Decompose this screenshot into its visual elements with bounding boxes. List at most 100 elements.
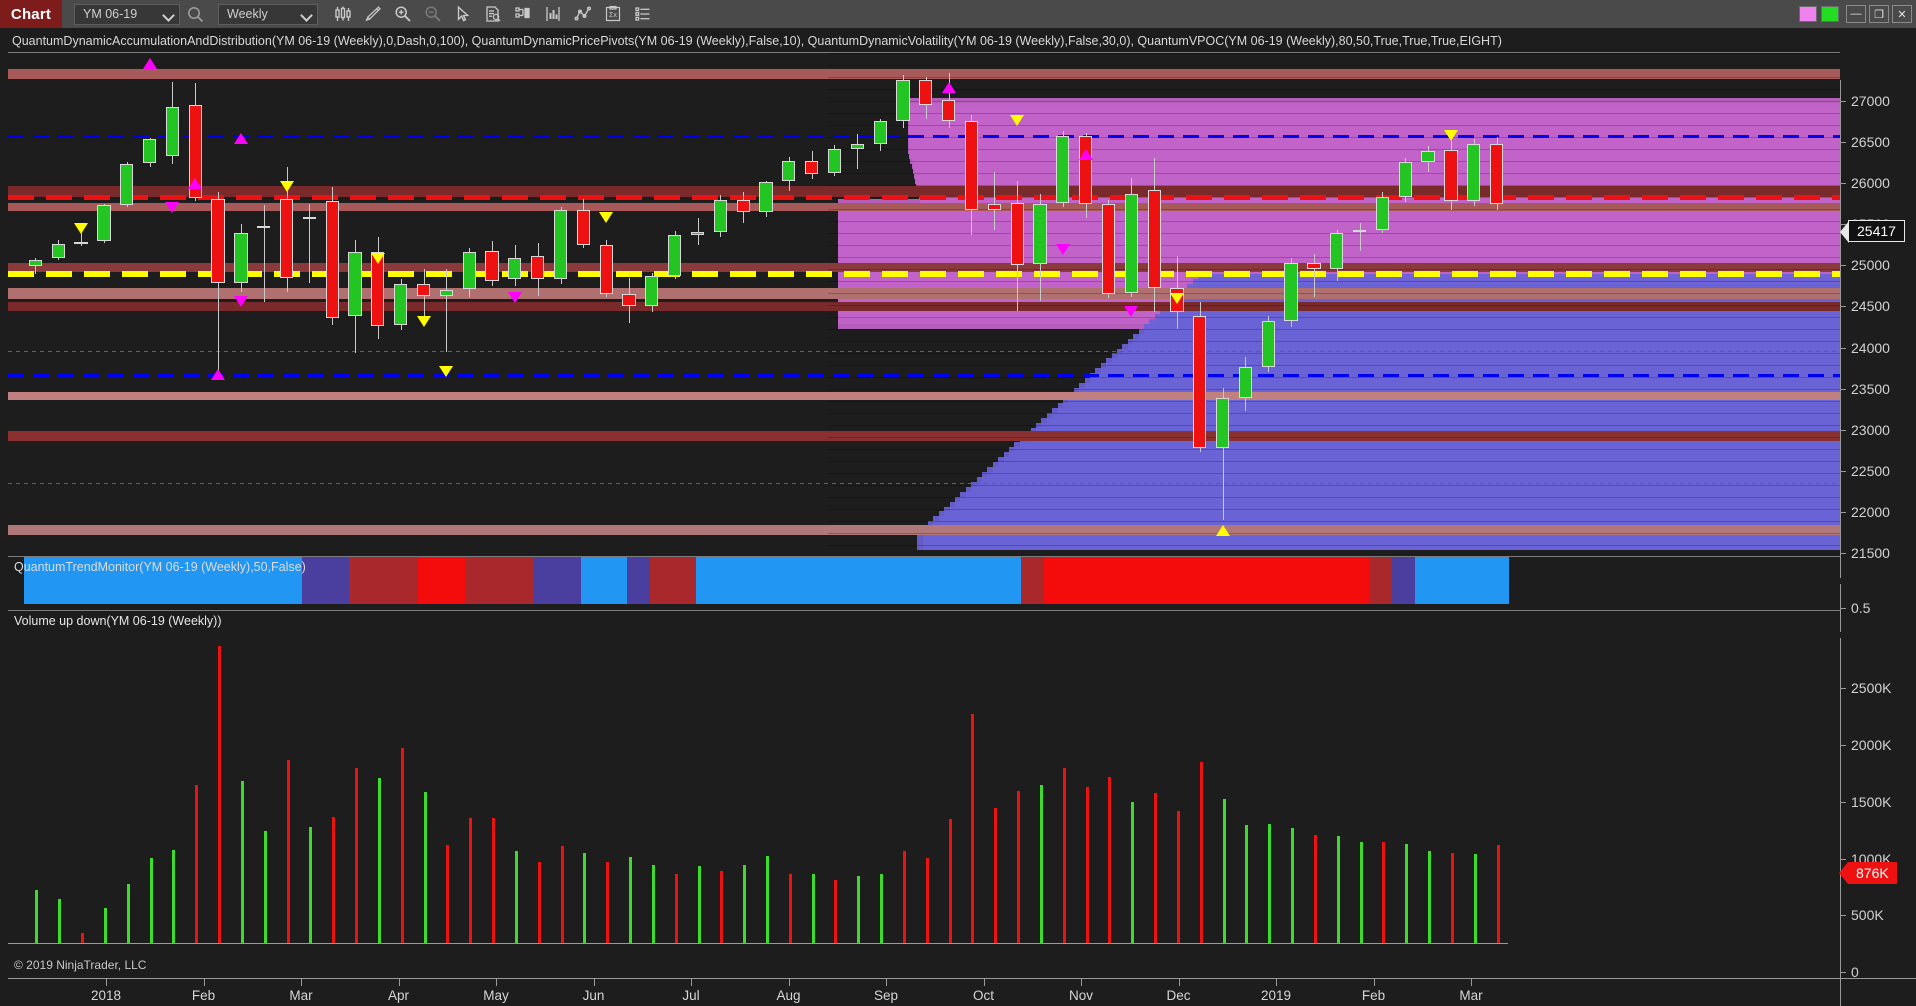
date-tick-label: Apr	[387, 988, 410, 1003]
price-tick-label: 21500	[1851, 545, 1890, 562]
candle-body	[325, 201, 339, 319]
volume-bar	[652, 864, 655, 944]
candle-body	[622, 294, 636, 306]
trend-monitor-panel[interactable]: QuantumTrendMonitor(YM 06-19 (Weekly),50…	[8, 556, 1840, 604]
cursor-pointer-icon[interactable]	[448, 0, 478, 28]
trend-tick-label: 0.5	[1851, 600, 1871, 616]
trend-segment	[1252, 557, 1277, 604]
trend-segment	[487, 557, 512, 604]
search-icon[interactable]	[180, 0, 210, 28]
volume-bar	[195, 785, 198, 944]
volume-panel[interactable]: Volume up down(YM 06-19 (Weekly))	[8, 610, 1840, 978]
trend-segment	[1345, 557, 1370, 604]
trend-segment	[348, 557, 373, 604]
price-tick	[1840, 429, 1846, 431]
trend-segment	[1206, 557, 1231, 604]
volume-tick	[1840, 858, 1846, 860]
candle-body	[1147, 190, 1161, 289]
minimize-button[interactable]: —	[1846, 5, 1866, 23]
restore-button[interactable]: ❐	[1869, 5, 1889, 23]
order-list-icon[interactable]	[628, 0, 658, 28]
instrument-selector[interactable]: YM 06-19	[74, 3, 180, 25]
signal-marker-dn	[507, 291, 522, 303]
price-axis[interactable]: 2700026500260002550025000245002400023500…	[1800, 80, 1916, 578]
indicators-icon[interactable]	[538, 0, 568, 28]
candle-body	[873, 121, 887, 144]
candle-body	[165, 106, 179, 156]
candle-body	[690, 232, 705, 235]
date-tick-label: Nov	[1068, 988, 1094, 1003]
candle-body	[782, 160, 796, 182]
trend-segment	[325, 557, 350, 604]
candle-wick	[1360, 223, 1361, 252]
trend-segment	[905, 557, 929, 604]
template-icon[interactable]	[508, 0, 538, 28]
volume-bar	[789, 873, 792, 944]
color-swatch-green[interactable]	[1821, 6, 1839, 22]
price-panel[interactable]	[8, 52, 1840, 550]
instrument-value: YM 06-19	[83, 7, 138, 21]
signal-marker-up	[188, 177, 203, 189]
date-tick	[691, 979, 692, 986]
price-tick	[1840, 512, 1846, 514]
volume-tick	[1840, 972, 1846, 973]
trend-segment	[1067, 557, 1092, 604]
interval-selector[interactable]: Weekly	[218, 3, 318, 25]
trend-axis[interactable]: 0.5	[1840, 584, 1916, 632]
vpoc-row-separator	[828, 281, 1840, 282]
price-tick-label: 27000	[1851, 92, 1890, 109]
volume-bar	[1337, 836, 1340, 944]
drawing-pencil-icon[interactable]	[358, 0, 388, 28]
vpoc-row-separator	[828, 185, 1840, 186]
candle-body	[51, 243, 65, 258]
trend-segment	[1299, 557, 1324, 604]
candle-body	[668, 234, 682, 277]
color-swatch-magenta[interactable]	[1799, 6, 1817, 22]
candle-body	[576, 210, 590, 245]
candle-body	[987, 203, 1001, 211]
volume-bar	[515, 850, 518, 944]
volume-axis[interactable]: 2500K 2000K 1500K 1000K 500K 0 876K	[1839, 638, 1916, 1006]
candle-wick	[309, 203, 310, 283]
price-tick-label: 23000	[1851, 421, 1890, 438]
volume-bar	[1017, 790, 1020, 944]
candle-body	[1284, 262, 1298, 322]
close-button[interactable]: ✕	[1892, 5, 1912, 23]
volume-bar	[424, 791, 427, 944]
price-tick	[1840, 265, 1846, 267]
date-tick	[1276, 979, 1277, 986]
price-tick	[1840, 347, 1846, 349]
volume-bar	[218, 645, 221, 944]
date-tick	[983, 979, 985, 986]
properties-icon[interactable]: Σx	[598, 0, 628, 28]
date-tick	[1373, 979, 1375, 986]
trend-segment	[1090, 557, 1115, 604]
volume-bar	[1200, 762, 1203, 944]
chart-window-tab[interactable]: Chart	[0, 0, 62, 28]
vpoc-row-separator	[828, 89, 1840, 90]
last-price-flag: 25417	[1840, 219, 1905, 243]
candle-body	[1238, 366, 1253, 398]
volume-bar	[949, 819, 952, 944]
date-tick	[1178, 979, 1180, 986]
date-axis[interactable]: 2018 Feb Mar Apr May Jun Jul Aug Sep Oct Nov Dec 201…	[8, 978, 1916, 1006]
signal-marker-up	[1078, 149, 1093, 160]
zoom-in-icon[interactable]	[388, 0, 418, 28]
price-tick-label: 24000	[1851, 339, 1890, 356]
interval-value: Weekly	[227, 7, 268, 21]
candle-body	[964, 121, 979, 211]
signal-marker-up	[233, 133, 248, 145]
candle-body	[531, 256, 545, 280]
volume-bar	[1314, 835, 1317, 944]
candle-body	[302, 216, 316, 220]
vpoc-row-separator	[828, 509, 1840, 510]
data-box-icon[interactable]	[478, 0, 508, 28]
volatility-band	[8, 301, 1840, 311]
price-tick	[1840, 100, 1846, 102]
price-tick	[1840, 553, 1846, 555]
strategies-icon[interactable]	[568, 0, 598, 28]
candle-body	[416, 284, 431, 296]
candle-body	[919, 80, 933, 105]
bar-type-icon[interactable]	[328, 0, 358, 28]
trend-segment	[997, 557, 1022, 604]
